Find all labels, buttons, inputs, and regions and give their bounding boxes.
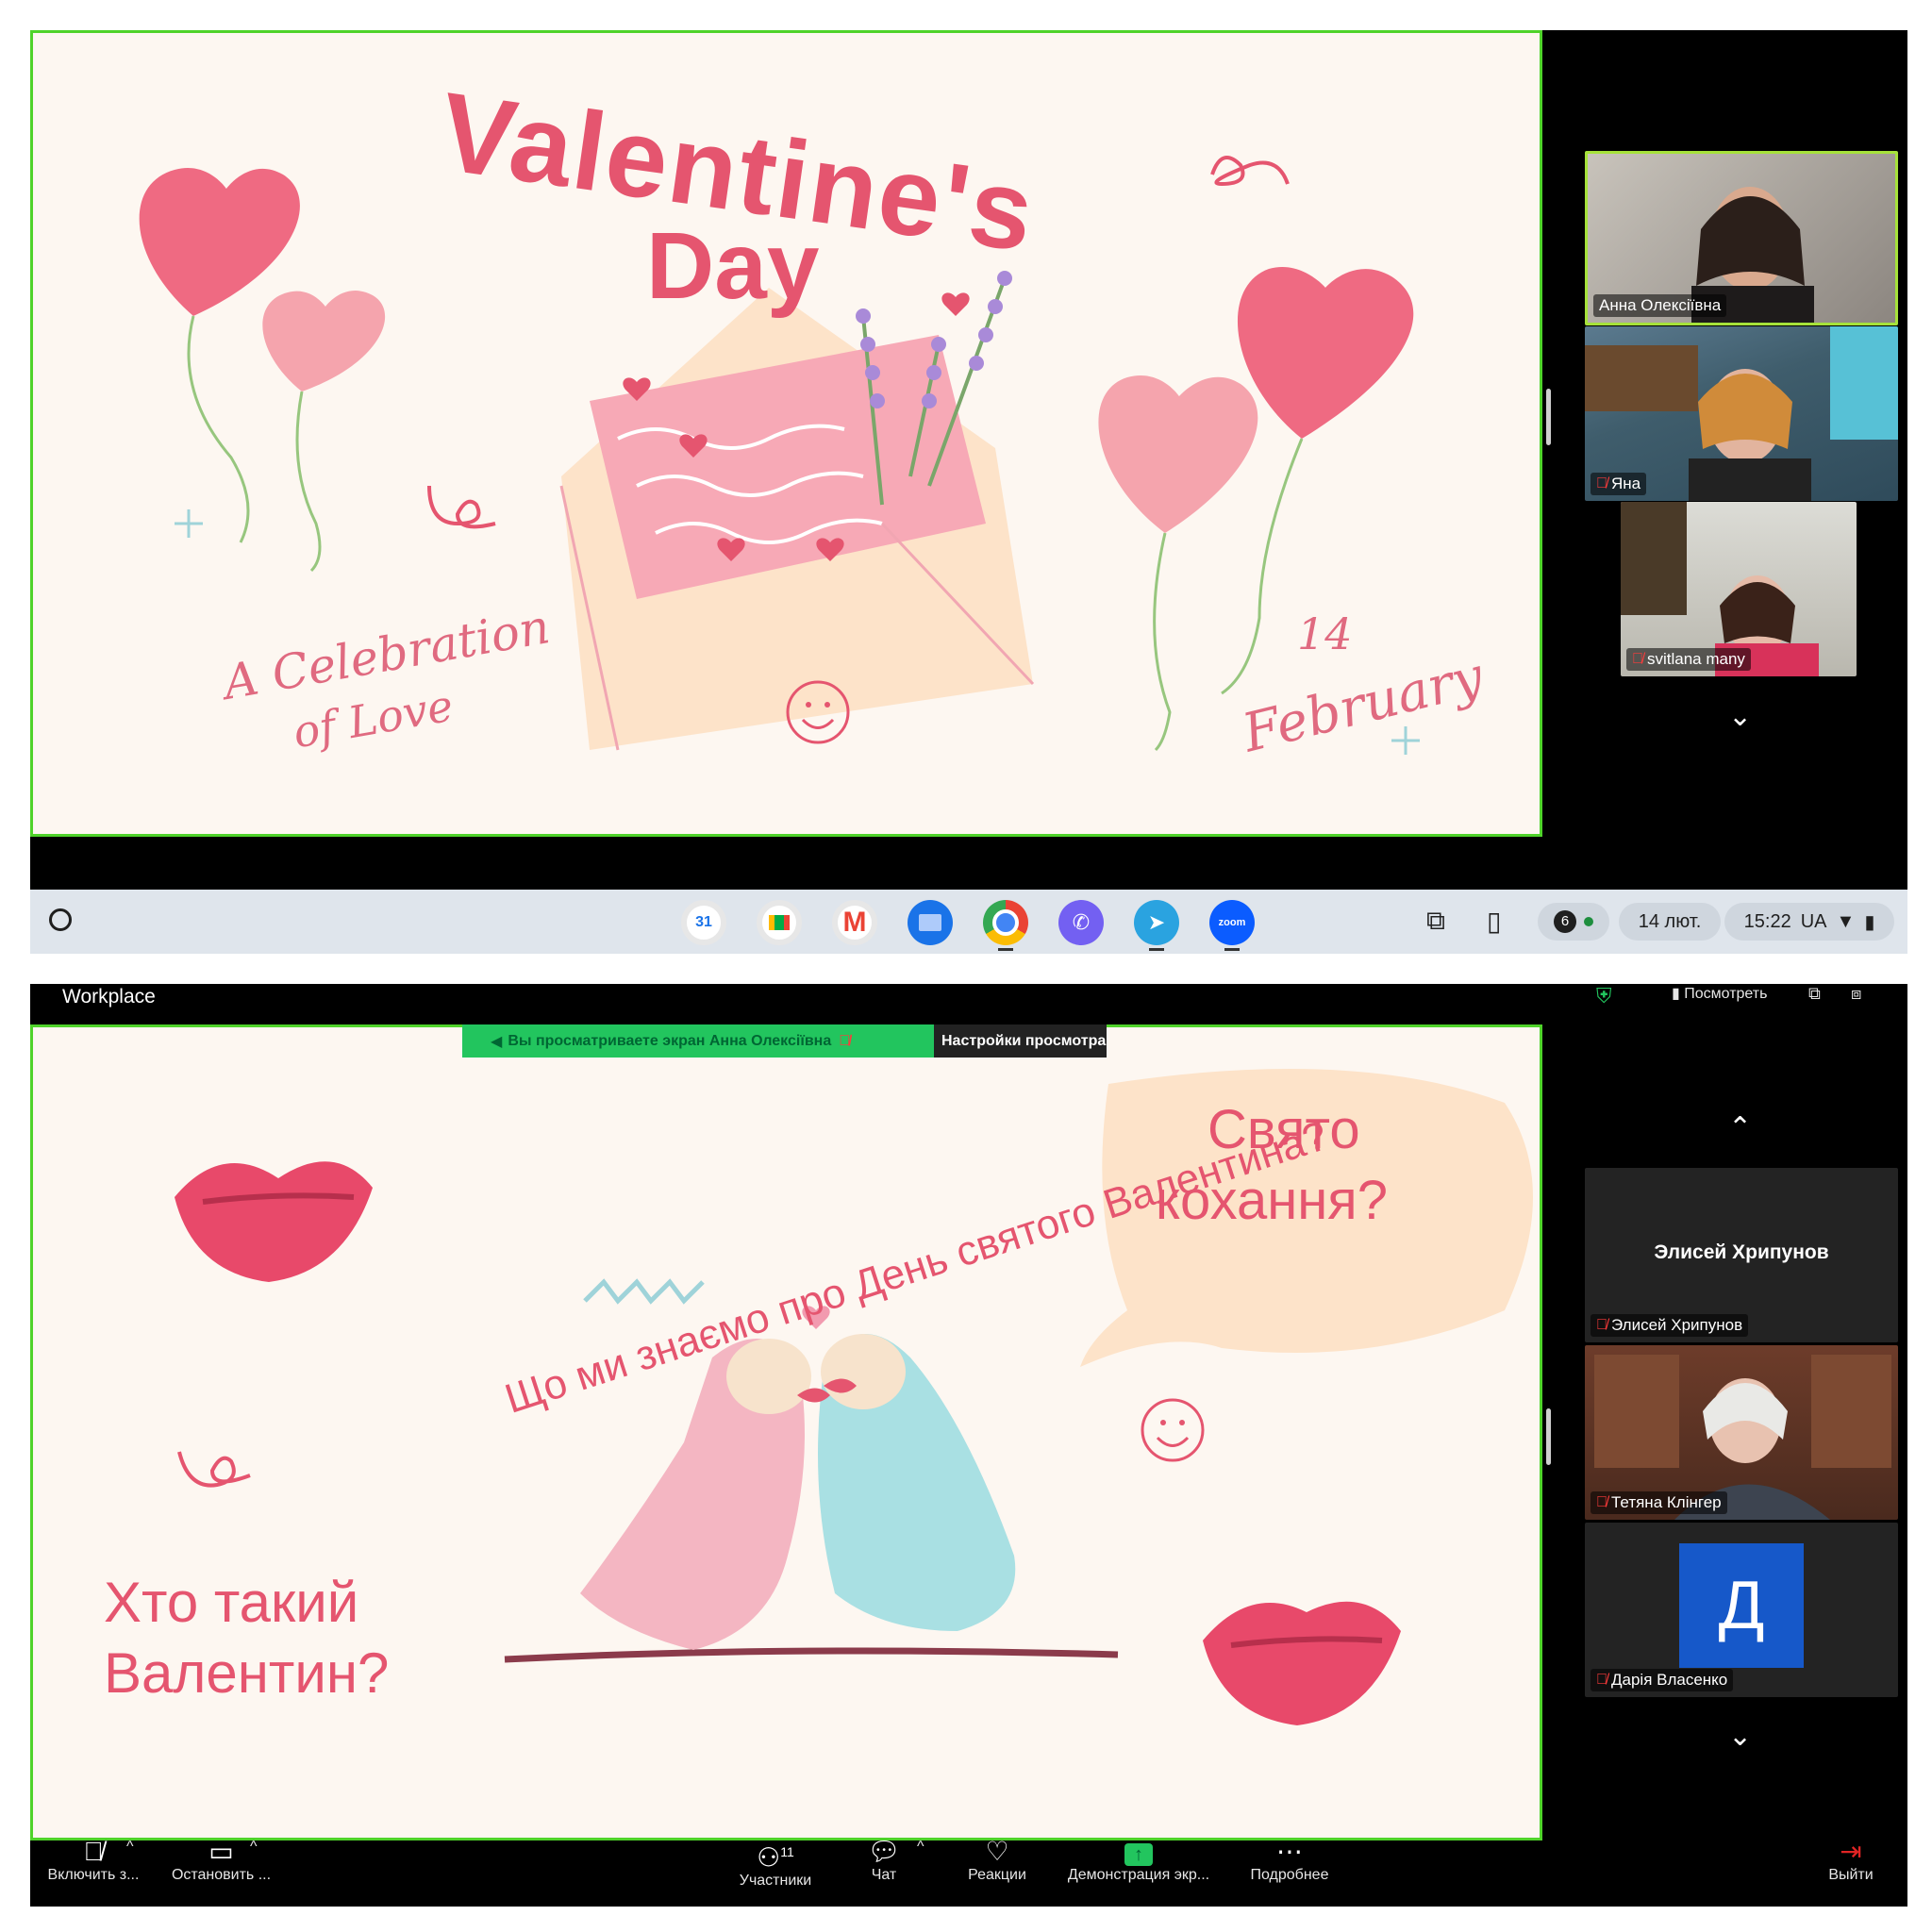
video-options-caret[interactable]: ^: [250, 1839, 258, 1856]
leave-button[interactable]: ⇥ Выйти: [1818, 1837, 1884, 1884]
gallery-resize-handle[interactable]: [1546, 389, 1551, 445]
chat-options-caret[interactable]: ^: [917, 1839, 924, 1856]
smiley-icon: [1141, 1398, 1205, 1462]
participant-name-tag: Анна Олексіївна: [1593, 294, 1727, 317]
gmail-icon[interactable]: M: [832, 900, 877, 945]
participant-name-tag: 🎙̸ Яна: [1591, 473, 1647, 495]
fullscreen-icon[interactable]: ⧈: [1851, 984, 1861, 1004]
slide-title-line2: Day: [646, 213, 820, 319]
shared-slide-valentines: Valentine's Day A Celebration of Love 14…: [30, 30, 1542, 837]
participant-display-name: Элисей Хрипунов: [1654, 1241, 1829, 1263]
chevron-up-icon[interactable]: ⌃: [1728, 1111, 1752, 1144]
lips-left: [175, 1161, 373, 1282]
chevron-down-icon[interactable]: ⌄: [1728, 700, 1752, 733]
question-line1: Хто такий: [104, 1571, 359, 1634]
mic-muted-icon: 🎙̸: [1596, 1494, 1607, 1510]
share-screen-button[interactable]: ↑ Демонстрация экр...: [1054, 1837, 1224, 1884]
branch: [504, 1647, 1119, 1663]
top-screenshot: Valentine's Day A Celebration of Love 14…: [30, 30, 1907, 890]
phone-hub-icon[interactable]: ▯: [1487, 906, 1501, 937]
participant-tile-tetyana[interactable]: 🎙̸ Тетяна Клінгер: [1585, 1345, 1898, 1520]
security-shield-icon: ⛨: [1596, 984, 1612, 1008]
video-camera-icon: ▭: [208, 1837, 234, 1866]
lips-right: [1203, 1601, 1401, 1725]
share-screen-icon: ↑: [1124, 1837, 1153, 1867]
files-icon[interactable]: [908, 900, 953, 945]
status-dot-icon: [1584, 917, 1593, 926]
notification-tray[interactable]: 6: [1538, 903, 1609, 941]
more-button[interactable]: ⋯ Подробнее: [1238, 1837, 1341, 1884]
mic-options-caret[interactable]: ^: [126, 1839, 134, 1856]
chevron-down-icon[interactable]: ⌄: [1728, 1720, 1752, 1753]
mic-muted-icon: 🎙̸: [1596, 475, 1607, 491]
reactions-button[interactable]: ♡ Реакции: [950, 1837, 1044, 1884]
participant-name-tag: 🎙̸ Дарія Власенко: [1591, 1669, 1734, 1691]
participant-name-tag: 🎙̸ Элисей Хрипунов: [1591, 1314, 1749, 1337]
screen-capture-icon[interactable]: ⧉: [1426, 906, 1445, 937]
picture-in-picture-icon[interactable]: ⧉: [1808, 984, 1821, 1004]
heart-icon: ♡: [985, 1837, 1009, 1866]
date-tray[interactable]: 14 лют.: [1619, 903, 1721, 941]
shelf-active-indicator: [1224, 948, 1240, 951]
gallery-resize-handle[interactable]: [1546, 1408, 1551, 1465]
participant-name-tag: 🎙̸ Тетяна Клінгер: [1591, 1491, 1727, 1514]
leave-icon: ⇥: [1840, 1837, 1862, 1866]
zoom-icon[interactable]: zoom: [1209, 900, 1255, 945]
status-area[interactable]: 15:22 UA ▼ ▮: [1724, 903, 1894, 941]
slide-date-day: 14: [1297, 608, 1353, 659]
view-settings-button[interactable]: Настройки просмотра: [934, 1024, 1107, 1058]
chat-icon: 💬︎: [867, 1837, 901, 1866]
participant-name-tag: 🎙̸ svitlana many: [1626, 648, 1751, 671]
mic-muted-icon: 🎙̸: [1596, 1672, 1607, 1688]
balloon-heart-left-large: [139, 167, 300, 316]
balloon-heart-right-small: [1098, 375, 1258, 533]
bottom-screenshot: Workplace ⛨ ▮ Посмотреть ⧉ ⧈ Що ми знаєм…: [30, 984, 1907, 1907]
app-title: Workplace: [62, 986, 156, 1008]
battery-icon: ▮: [1864, 911, 1875, 933]
participant-tile-elisey[interactable]: Элисей Хрипунов 🎙̸ Элисей Хрипунов: [1585, 1168, 1898, 1342]
meet-icon[interactable]: [757, 900, 802, 945]
keyboard-layout: UA: [1800, 910, 1827, 932]
chat-button[interactable]: 💬︎ Чат: [851, 1837, 917, 1884]
participant-tile-daria[interactable]: Д 🎙̸ Дарія Власенко: [1585, 1523, 1898, 1697]
calendar-icon[interactable]: 31: [681, 900, 726, 945]
wifi-icon: ▼: [1836, 910, 1856, 932]
speaker-icon: ◀: [491, 1033, 503, 1050]
mic-muted-icon: 🎙̸: [1596, 1317, 1607, 1333]
bubble-line2: кохання?: [1156, 1170, 1388, 1231]
participants-button[interactable]: ⚇11 Участники: [728, 1837, 823, 1890]
clock-time: 15:22: [1743, 910, 1791, 932]
notification-count-badge: 6: [1554, 910, 1576, 933]
participant-tile-anna[interactable]: Анна Олексіївна: [1585, 151, 1898, 325]
viber-icon[interactable]: ✆: [1058, 900, 1104, 945]
participant-avatar: Д: [1679, 1543, 1804, 1668]
shelf-active-indicator: [998, 948, 1013, 951]
balloon-heart-left-small: [262, 291, 386, 391]
launcher-button[interactable]: [49, 908, 72, 931]
mic-muted-icon: 🎙̸: [839, 1032, 851, 1049]
shelf-active-indicator: [1149, 948, 1164, 951]
participant-tile-svitlana[interactable]: 🎙̸ svitlana many: [1621, 502, 1857, 676]
screen-share-banner: ◀ Вы просматриваете экран Анна Олексіївна…: [462, 1024, 934, 1058]
bubble-line1: Свято: [1208, 1099, 1360, 1160]
participants-count: 11: [780, 1844, 794, 1859]
shared-slide-valentin: Що ми знаємо про День святого Валентина?…: [30, 1024, 1542, 1840]
view-options-button[interactable]: ▮ Посмотреть: [1672, 984, 1767, 1003]
participants-icon: ⚇11: [757, 1842, 794, 1873]
chrome-icon[interactable]: [983, 900, 1028, 945]
participant-tile-yana[interactable]: 🎙̸ Яна: [1585, 326, 1898, 501]
more-icon: ⋯: [1276, 1837, 1303, 1866]
mic-muted-icon: 🎙̸: [83, 1837, 104, 1866]
mic-muted-icon: 🎙̸: [1632, 651, 1643, 667]
telegram-icon[interactable]: ➤: [1134, 900, 1179, 945]
question-line2: Валентин?: [104, 1641, 390, 1705]
balloon-heart-right-large: [1237, 266, 1414, 439]
stop-video-button[interactable]: ▭ Остановить ...: [162, 1837, 280, 1884]
